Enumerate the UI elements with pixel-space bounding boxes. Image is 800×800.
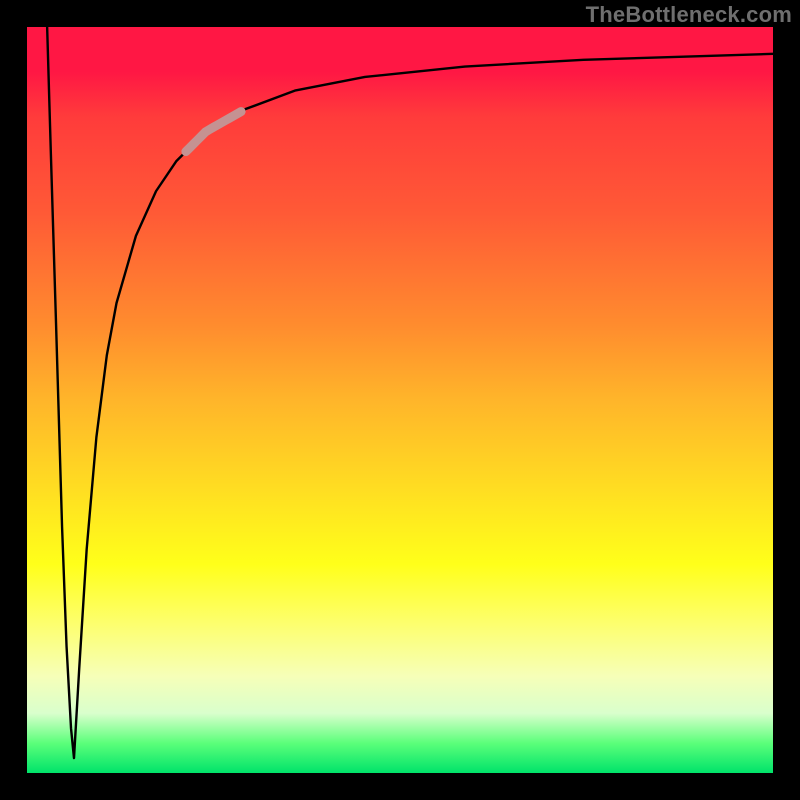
curve-layer bbox=[27, 27, 773, 773]
watermark-text: TheBottleneck.com bbox=[586, 2, 792, 28]
curve-highlight-segment bbox=[186, 112, 241, 152]
bottleneck-curve bbox=[47, 27, 773, 758]
chart-frame: TheBottleneck.com bbox=[0, 0, 800, 800]
